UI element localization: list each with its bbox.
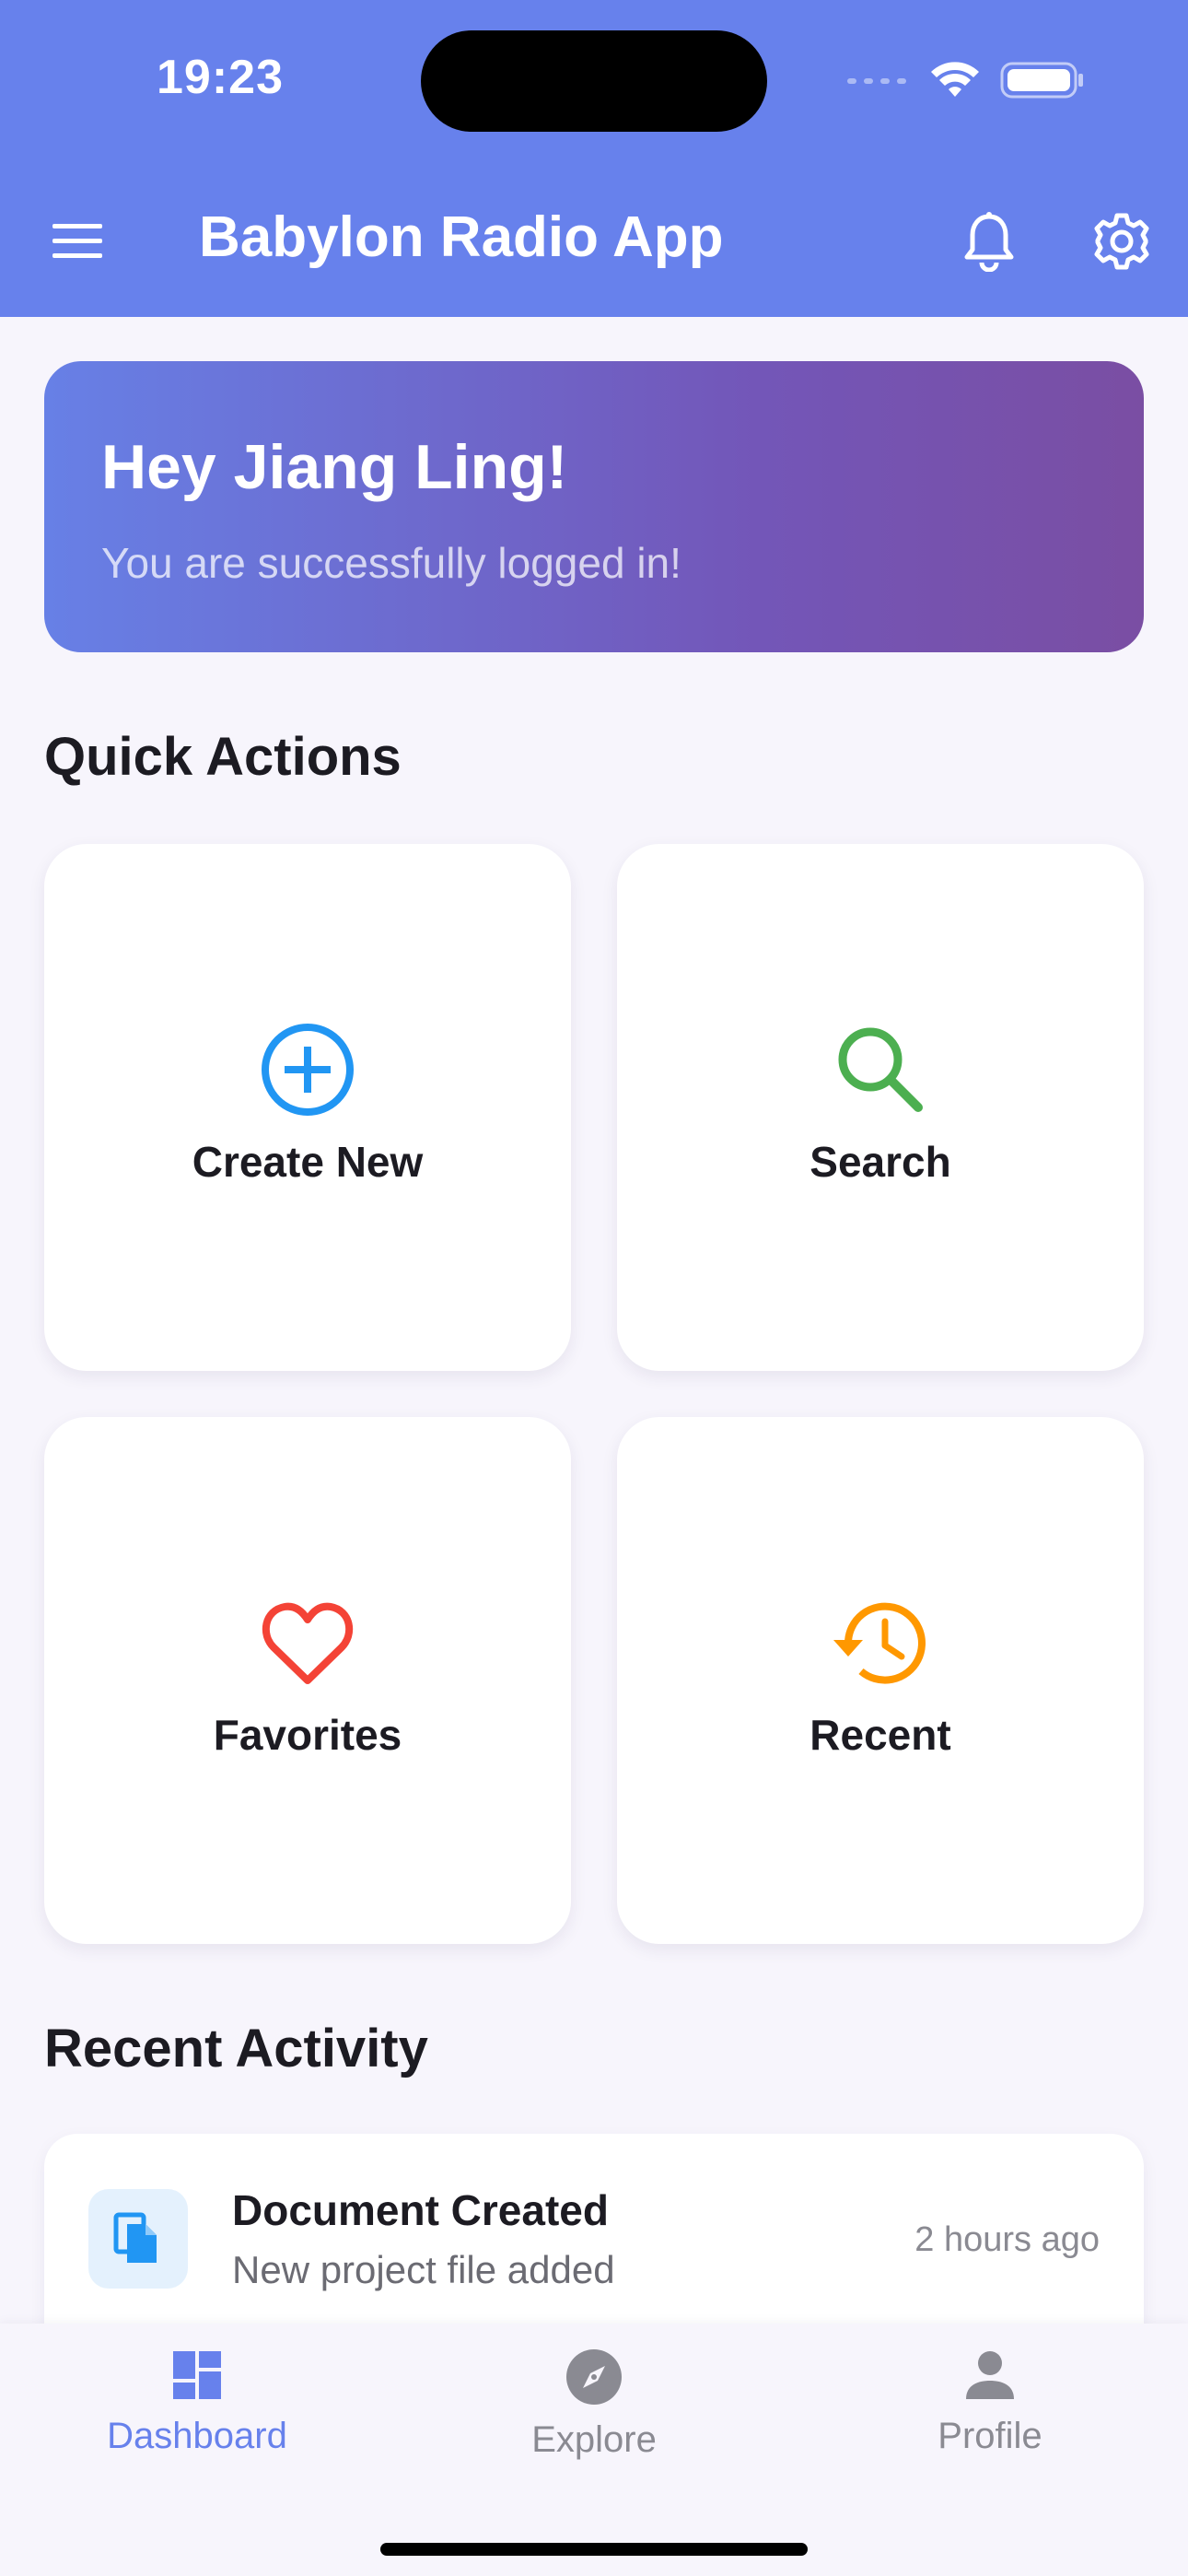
recent-card[interactable]: Recent [617, 1417, 1144, 1944]
cellular-signal-icon [847, 78, 906, 84]
file-copy-icon [113, 2212, 157, 2263]
activity-title: Document Created [232, 2186, 609, 2234]
nav-item-dashboard[interactable]: Dashboard [59, 2348, 335, 2457]
app-title: Babylon Radio App [199, 205, 724, 269]
home-indicator [380, 2543, 808, 2556]
status-icons [845, 57, 1085, 103]
bottom-navigation: Dashboard Explore Profile [0, 2324, 1188, 2576]
person-icon [966, 2351, 1014, 2399]
recent-label: Recent [809, 1711, 951, 1759]
battery-icon [1000, 62, 1083, 99]
search-card[interactable]: Search [617, 844, 1144, 1371]
bell-icon [964, 212, 1014, 272]
activity-time: 2 hours ago [914, 2220, 1100, 2259]
nav-label-explore: Explore [531, 2419, 657, 2460]
dynamic-island [421, 30, 767, 132]
search-icon [838, 1027, 923, 1112]
app-screen: 19:23 Babylon Radio App Hey Jiang Ling! … [0, 0, 1188, 2576]
heart-icon [262, 1602, 353, 1684]
create-new-card[interactable]: Create New [44, 844, 571, 1371]
nav-item-profile[interactable]: Profile [852, 2348, 1128, 2457]
recent-activity-heading: Recent Activity [44, 2019, 428, 2078]
activity-icon-box [88, 2189, 188, 2289]
activity-subtitle: New project file added [232, 2248, 615, 2291]
favorites-card[interactable]: Favorites [44, 1417, 571, 1944]
status-time: 19:23 [157, 51, 284, 104]
nav-label-profile: Profile [938, 2416, 1042, 2456]
gear-icon [1094, 213, 1149, 270]
menu-button[interactable] [33, 197, 122, 286]
menu-icon [52, 224, 102, 258]
activity-item[interactable]: Document Created New project file added … [44, 2134, 1144, 2355]
create-new-label: Create New [192, 1138, 424, 1186]
welcome-title: Hey Jiang Ling! [101, 432, 568, 502]
nav-item-explore[interactable]: Explore [456, 2348, 732, 2461]
history-icon [833, 1602, 926, 1684]
app-header: 19:23 Babylon Radio App [0, 0, 1188, 317]
notifications-button[interactable] [945, 197, 1033, 286]
quick-actions-heading: Quick Actions [44, 727, 402, 787]
explore-icon [566, 2349, 622, 2405]
settings-button[interactable] [1077, 197, 1166, 286]
welcome-subtitle: You are successfully logged in! [101, 539, 681, 587]
add-circle-icon [262, 1024, 354, 1116]
search-label: Search [809, 1138, 951, 1186]
favorites-label: Favorites [213, 1711, 402, 1759]
dashboard-icon [173, 2351, 221, 2399]
wifi-icon [931, 62, 979, 97]
nav-label-dashboard: Dashboard [107, 2416, 287, 2456]
welcome-banner: Hey Jiang Ling! You are successfully log… [44, 361, 1144, 652]
